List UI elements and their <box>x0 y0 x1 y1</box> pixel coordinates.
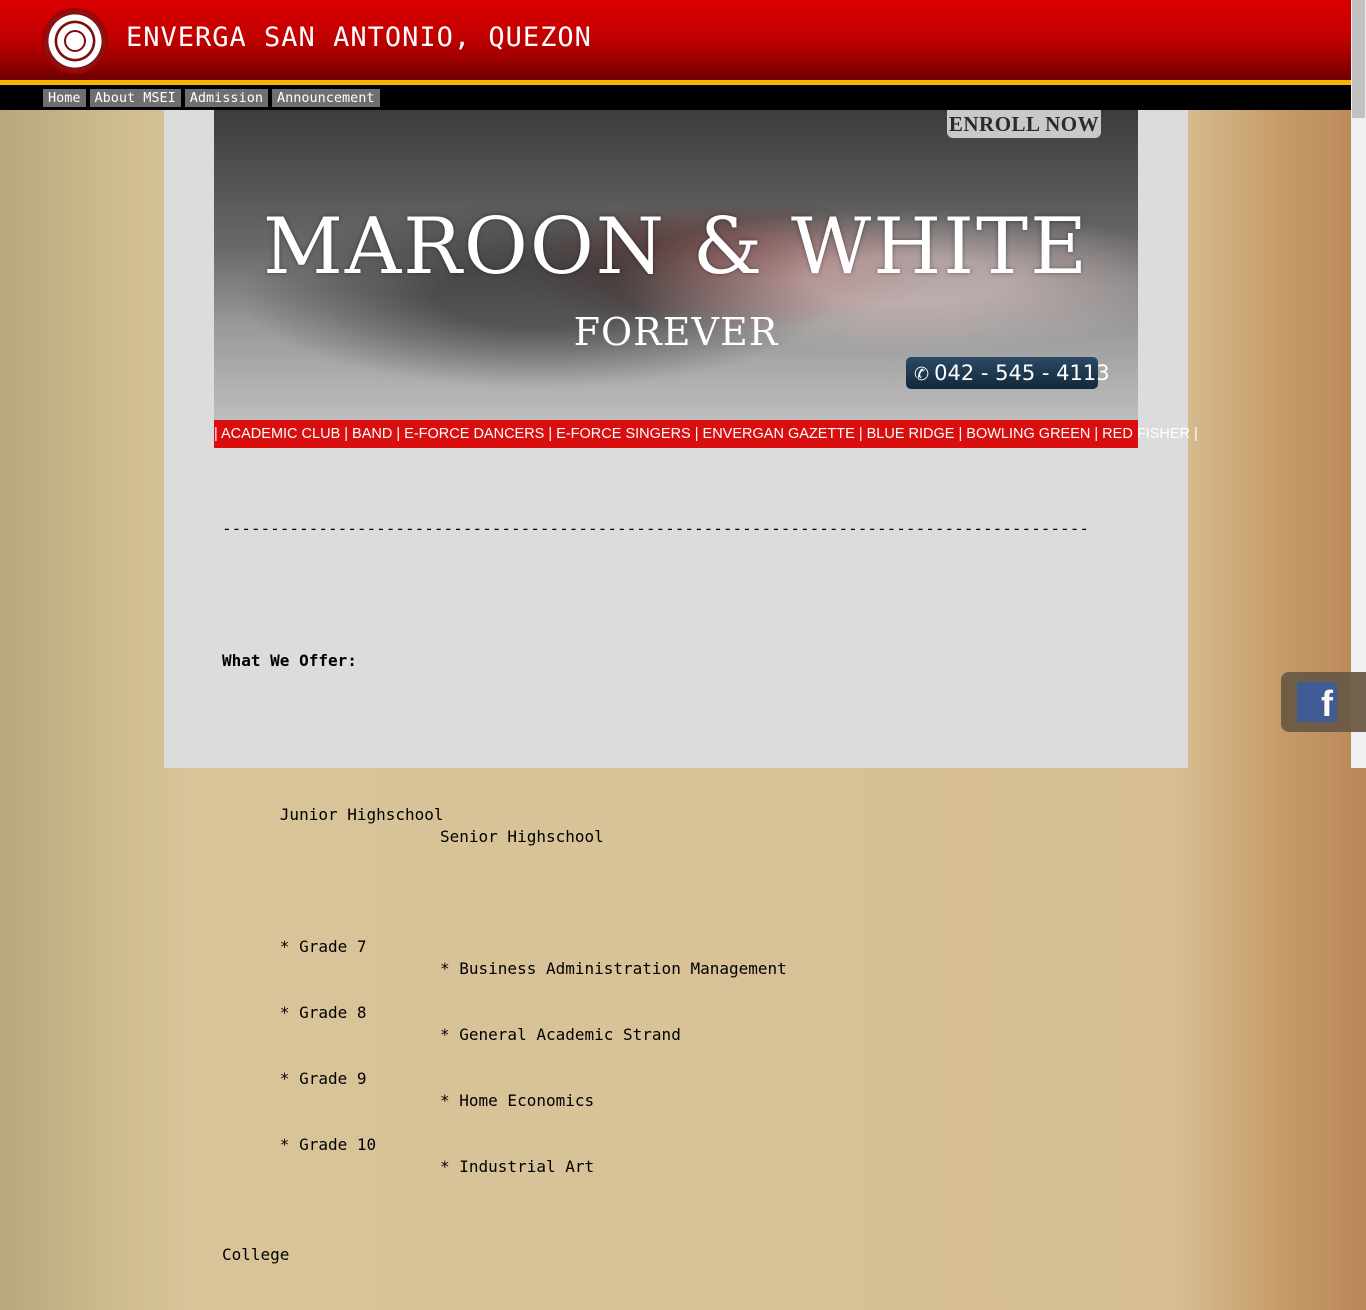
phone-icon: ✆ <box>914 364 930 385</box>
college-heading: College <box>222 1245 290 1264</box>
site-header: ENVERGA SAN ANTONIO, QUEZON <box>0 0 1351 80</box>
nav-home-link[interactable]: Home <box>43 89 86 107</box>
senior-highschool-heading: Senior Highschool <box>440 827 604 846</box>
nav-about-link[interactable]: About MSEI <box>89 89 181 107</box>
list-item: * General Academic Strand <box>440 1025 681 1044</box>
clubs-strip: | ACADEMIC CLUB | BAND | E-FORCE DANCERS… <box>214 420 1198 448</box>
facebook-widget[interactable]: f <box>1281 672 1366 732</box>
list-item: * Industrial Art <box>440 1157 595 1176</box>
offer-section: ----------------------------------------… <box>222 474 1089 1310</box>
banner-subline: FOREVER <box>573 310 779 354</box>
site-title[interactable]: ENVERGA SAN ANTONIO, QUEZON <box>126 22 592 53</box>
offer-heading: What We Offer: <box>222 651 357 670</box>
main-content: ENROLL NOW MAROON & WHITE FOREVER ✆ 042 -… <box>164 110 1198 1264</box>
junior-highschool-heading: Junior Highschool <box>279 805 444 824</box>
list-item: * Grade 7 <box>279 937 367 956</box>
banner-headline: MAROON & WHITE <box>262 202 1090 292</box>
list-item: * Grade 8 <box>279 1003 367 1022</box>
divider-line: ----------------------------------------… <box>222 519 1089 538</box>
list-item: * Home Economics <box>440 1091 595 1110</box>
facebook-icon[interactable]: f <box>1297 682 1337 722</box>
enroll-now-button[interactable]: ENROLL NOW <box>947 110 1101 138</box>
nav-announcement-link[interactable]: Announcement <box>271 89 380 107</box>
list-item: * Grade 9 <box>279 1069 367 1088</box>
list-item: * Grade 10 <box>279 1135 377 1154</box>
scrollbar-thumb[interactable] <box>1352 0 1365 118</box>
hero-banner: ENROLL NOW MAROON & WHITE FOREVER ✆ 042 -… <box>214 110 1138 420</box>
list-item: * Business Administration Management <box>440 959 787 978</box>
phone-number: 042 - 545 - 4113 <box>934 361 1110 385</box>
phone-badge: ✆ 042 - 545 - 4113 <box>906 357 1110 389</box>
school-seal-logo[interactable] <box>44 10 106 72</box>
nav-admission-link[interactable]: Admission <box>184 89 268 107</box>
main-nav: Home About MSEI Admission Announcement <box>43 89 380 107</box>
